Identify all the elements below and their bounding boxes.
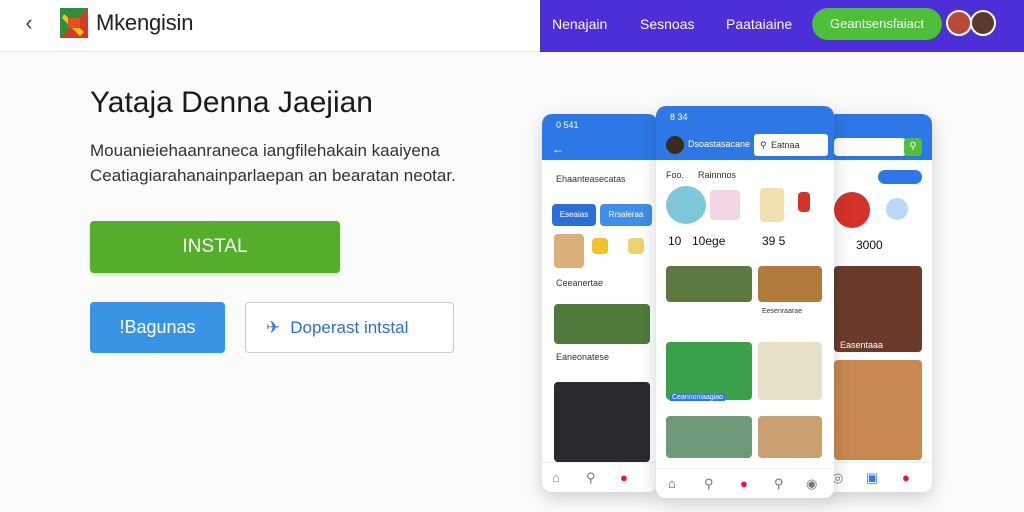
thumbnail — [554, 382, 650, 462]
secondary-button-label: Bagunas — [124, 317, 196, 337]
search-icon[interactable]: ⚲ — [704, 476, 714, 492]
thumbnail — [710, 190, 740, 220]
search-placeholder: Eatnaa — [771, 140, 800, 150]
thumbnail — [760, 188, 784, 222]
phone-button[interactable]: Rrsaleraa — [600, 204, 652, 226]
chevron-left-icon[interactable]: ‹ — [18, 12, 40, 34]
thumbnail — [758, 266, 822, 302]
profile-name: Dsoastasacane — [688, 139, 751, 149]
bottom-nav: ⌂ ⚲ ● ⚲ ◉ — [656, 468, 834, 498]
search-icon[interactable]: ⚲ — [586, 470, 596, 486]
avatar — [834, 192, 870, 228]
phone-status: 8 34 — [670, 112, 688, 122]
app-header: ‹ Mkengisin — [0, 0, 540, 52]
bottom-nav: ⌂ ⚲ ● — [542, 462, 658, 492]
thumbnail — [628, 238, 644, 254]
row-label: Ehaanteasecatas — [556, 174, 626, 184]
home-icon[interactable]: ⌂ — [668, 476, 676, 491]
notification-icon[interactable]: ● — [902, 470, 910, 485]
avatar — [886, 198, 908, 220]
flag-logo-icon — [60, 8, 88, 38]
search-icon[interactable]: ⚲ — [774, 476, 784, 492]
search-icon: ⚲ — [760, 140, 767, 150]
thumbnail — [758, 342, 822, 400]
search-input[interactable]: ⚲ Eatnaa — [754, 134, 828, 156]
grid-icon[interactable]: ▣ — [866, 470, 878, 486]
stat-number: 10 — [668, 234, 682, 248]
nav-item-3[interactable]: Paataiaine — [726, 16, 792, 32]
phone-mockup-center: 8 34 Dsoastasacane ⚲ Eatnaa Foo. Rainnno… — [656, 106, 834, 498]
outline-install-button[interactable]: ✈ Doperast intstal — [245, 302, 454, 353]
nav-cta-button[interactable]: Geantsensfaiact — [812, 8, 942, 40]
search-icon[interactable]: ⚲ — [904, 138, 922, 156]
thumbnail — [666, 342, 752, 400]
thumbnail — [666, 266, 752, 302]
list-item: Ceeanertae — [556, 278, 604, 288]
install-button[interactable]: INSTAL — [90, 221, 340, 273]
thumbnail — [666, 416, 752, 458]
stat-number: 3000 — [856, 238, 883, 252]
filter-label[interactable]: Foo. — [666, 170, 684, 180]
search-input[interactable] — [834, 138, 906, 156]
avatar[interactable] — [946, 10, 972, 36]
nav-item-1[interactable]: Nenajain — [552, 16, 607, 32]
secondary-button[interactable]: !Bagunas — [90, 302, 225, 353]
thumbnail — [554, 304, 650, 344]
thumbnail — [834, 360, 922, 460]
thumbnail-caption: Eesenraarae — [762, 308, 803, 315]
stat-number: 10ege — [692, 234, 726, 248]
filter-label[interactable]: Rainnnos — [698, 170, 736, 180]
avatar — [666, 186, 706, 224]
home-icon[interactable]: ⌂ — [552, 470, 560, 485]
outline-button-label: Doperast intstal — [290, 318, 409, 337]
phone-mockup-right: ⚲ 3000 Easentaaa ◎ ▣ ● — [826, 114, 932, 492]
phone-button[interactable]: Eseaias — [552, 204, 596, 226]
nav-item-2[interactable]: Sesnoas — [640, 16, 694, 32]
thumbnail — [592, 238, 608, 254]
thumbnail-caption: Easentaaa — [840, 340, 884, 350]
install-page: ‹ Mkengisin Nenajain Sesnoas Paataiaine … — [0, 0, 1024, 512]
thumbnail — [798, 192, 810, 212]
app-name: Mkengisin — [96, 10, 194, 35]
arrow-left-icon[interactable]: ← — [552, 142, 564, 156]
avatar — [666, 136, 684, 154]
page-title: Yataja Denna Jaejian — [90, 86, 373, 119]
list-item: Eaneonatese — [556, 352, 610, 362]
notification-icon[interactable]: ● — [740, 476, 748, 491]
bottom-nav: ◎ ▣ ● — [826, 462, 932, 492]
profile-icon[interactable]: ◉ — [806, 476, 817, 492]
phone-status: 0 541 — [556, 120, 579, 130]
page-description: Mouanieiehaanraneca iangfilehakain kaaiy… — [90, 141, 456, 185]
notification-icon[interactable]: ● — [620, 470, 628, 485]
toggle-button[interactable] — [878, 170, 922, 184]
thumbnail — [758, 416, 822, 458]
thumbnail — [554, 234, 584, 268]
avatar[interactable] — [970, 10, 996, 36]
thumbnail-caption: Ceannoniaagiao — [670, 394, 725, 401]
airplane-icon: ✈ — [266, 318, 281, 337]
stat-number: 39 5 — [762, 234, 786, 248]
phone-mockup-left: 0 541 ← Ehaanteasecatas Eseaias Rrsalera… — [542, 114, 658, 492]
